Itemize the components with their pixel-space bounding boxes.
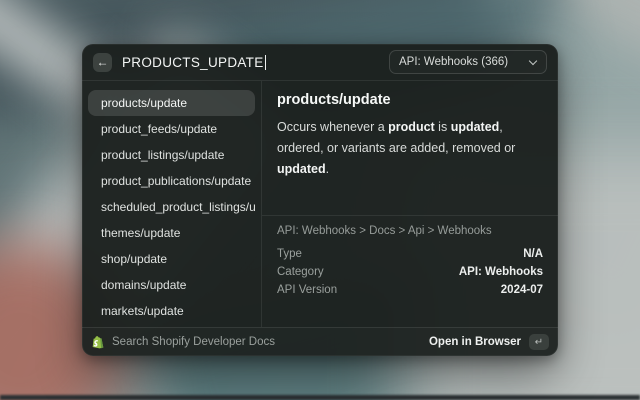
search-bar: ← PRODUCTS_UPDATE API: Webhooks (366) xyxy=(82,44,558,81)
detail-metadata-section: API: Webhooks > Docs > Api > Webhooks Ty… xyxy=(262,216,558,308)
detail-panel: products/update Occurs whenever a produc… xyxy=(262,81,558,327)
list-item[interactable]: domains/update xyxy=(88,272,255,298)
action-bar: Search Shopify Developer Docs Open in Br… xyxy=(82,327,558,356)
list-item[interactable]: markets/update xyxy=(88,298,255,324)
metadata-row: Category API: Webhooks xyxy=(277,263,543,281)
metadata-label: Type xyxy=(277,248,302,260)
breadcrumb: API: Webhooks > Docs > Api > Webhooks xyxy=(277,225,543,237)
metadata-value: 2024-07 xyxy=(501,284,543,296)
open-in-browser-action[interactable]: Open in Browser xyxy=(429,336,521,348)
list-item[interactable]: shop/update xyxy=(88,246,255,272)
enter-key-icon: ↵ xyxy=(535,337,543,348)
extension-name: Search Shopify Developer Docs xyxy=(112,336,275,348)
text-caret xyxy=(265,55,267,70)
api-filter-label: API: Webhooks (366) xyxy=(399,56,508,68)
metadata-row: API Version 2024-07 xyxy=(277,281,543,299)
metadata-value: API: Webhooks xyxy=(459,266,543,278)
metadata-value: N/A xyxy=(523,248,543,260)
api-filter-dropdown[interactable]: API: Webhooks (366) xyxy=(389,50,547,74)
back-arrow-icon: ← xyxy=(97,55,109,69)
list-item[interactable]: product_feeds/update xyxy=(88,116,255,142)
shopify-icon xyxy=(91,335,104,350)
results-area: products/update product_feeds/update pro… xyxy=(82,81,558,327)
chevron-down-icon xyxy=(529,56,537,64)
detail-description: Occurs whenever a product is updated, or… xyxy=(277,117,543,180)
search-input[interactable]: PRODUCTS_UPDATE xyxy=(122,55,266,70)
detail-description-section: products/update Occurs whenever a produc… xyxy=(262,81,558,216)
metadata-row: Type N/A xyxy=(277,245,543,263)
list-item[interactable]: product_publications/update xyxy=(88,168,255,194)
search-input-value: PRODUCTS_UPDATE xyxy=(122,55,264,70)
wallpaper-bottom-strip xyxy=(0,395,640,400)
list-item[interactable]: scheduled_product_listings/upd... xyxy=(88,194,255,220)
list-item[interactable]: products/update xyxy=(88,90,255,116)
launcher-window: ← PRODUCTS_UPDATE API: Webhooks (366) pr… xyxy=(82,44,558,356)
metadata-label: API Version xyxy=(277,284,337,296)
detail-title: products/update xyxy=(277,92,543,108)
list-item[interactable]: themes/update xyxy=(88,220,255,246)
list-item[interactable]: product_listings/update xyxy=(88,142,255,168)
results-list: products/update product_feeds/update pro… xyxy=(82,81,262,327)
enter-key-button[interactable]: ↵ xyxy=(529,334,549,350)
metadata-label: Category xyxy=(277,266,324,278)
back-button[interactable]: ← xyxy=(93,53,112,72)
